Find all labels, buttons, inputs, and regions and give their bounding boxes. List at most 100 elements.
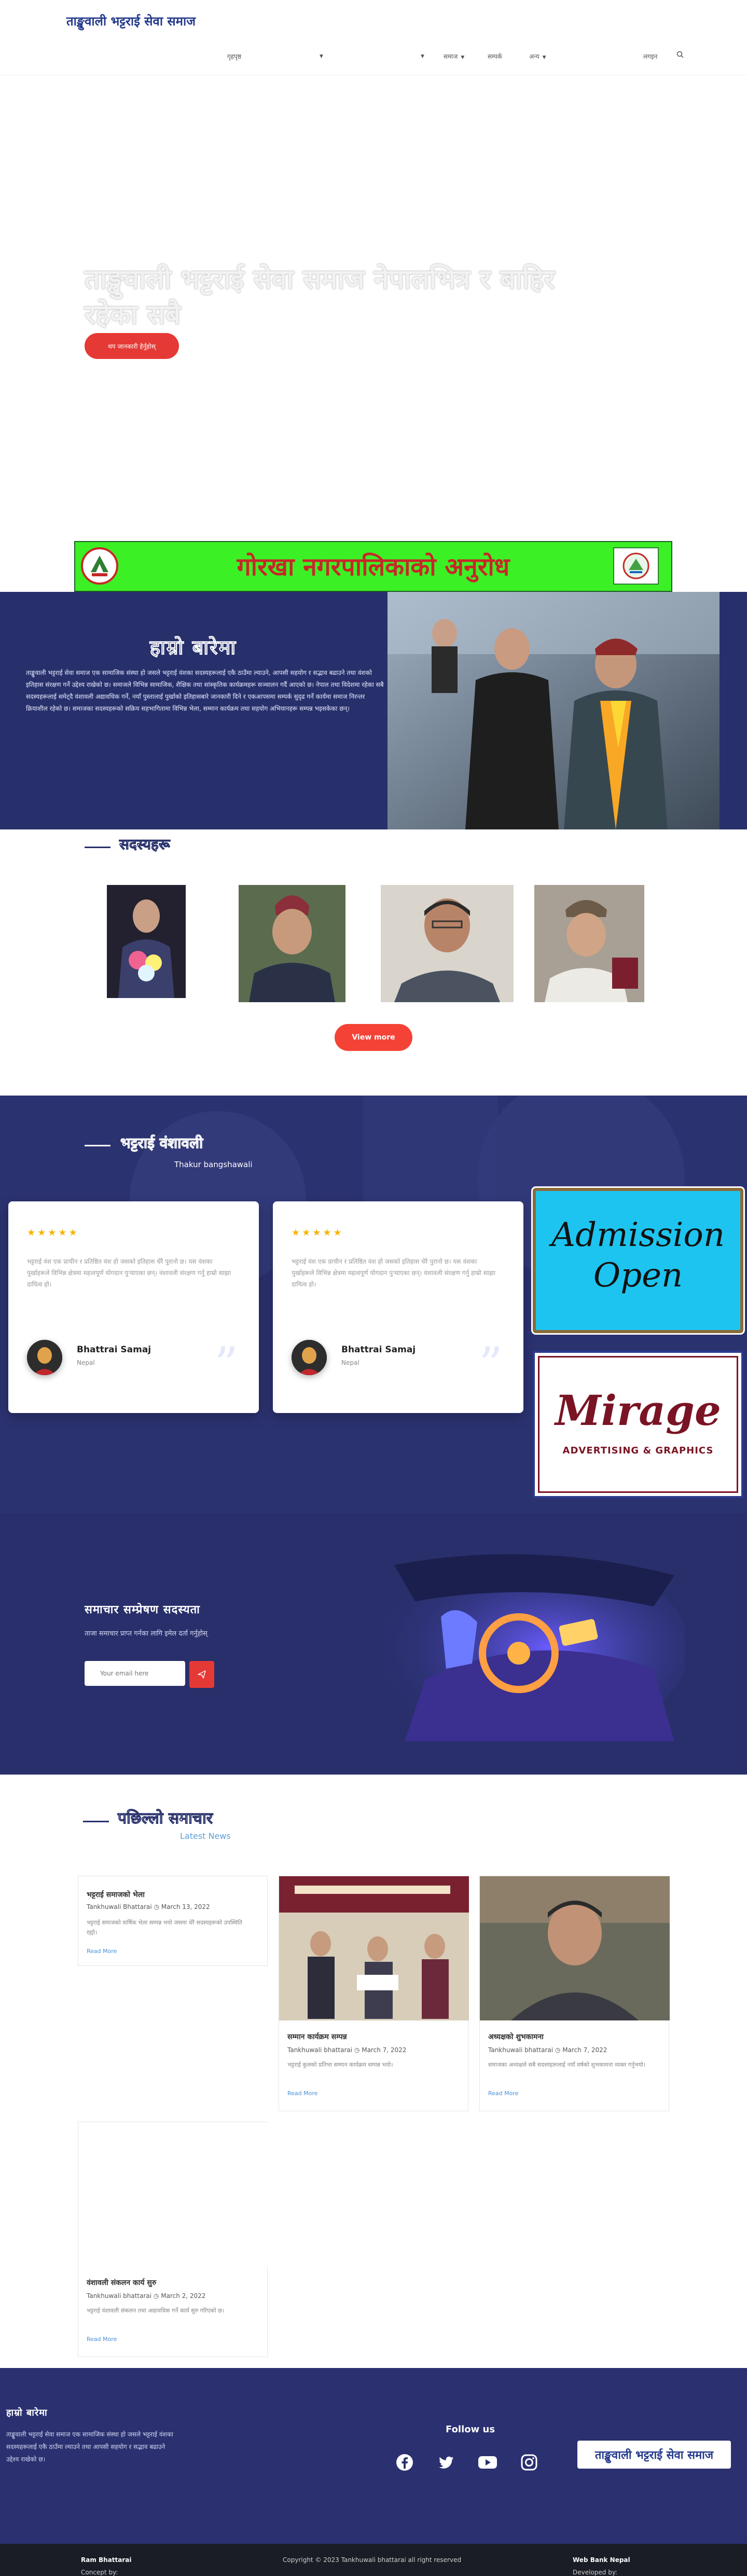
member-photo: [381, 885, 514, 1002]
news-title[interactable]: वंशावली संकलन कार्य सुरु: [87, 2278, 156, 2288]
banner-text: गोरखा नगरपालिकाको अनुरोध: [237, 552, 510, 581]
news-author: Tankhuwali Bhattarai: [87, 1903, 152, 1910]
ad-subtitle: ADVERTISING & GRAPHICS: [562, 1445, 714, 1456]
developer-credit: Developed by: Web Bank Nepal: [573, 2556, 630, 2576]
news-title[interactable]: भट्टराई समाजको भेला: [87, 1890, 145, 1900]
news-meta: Tankhuwali bhattarai ◷ March 7, 2022: [488, 2046, 607, 2054]
concept-label: Concept by:: [81, 2569, 118, 2576]
clock-icon: ◷: [153, 2292, 159, 2300]
nav-item-others[interactable]: अन्य ▼: [529, 52, 546, 61]
nav-item-dropdown-1[interactable]: ▼: [316, 52, 323, 59]
news-card[interactable]: भट्टराई समाजको भेला Tankhuwali Bhattarai…: [78, 1876, 268, 1966]
news-title[interactable]: अध्यक्षको शुभकामना: [488, 2032, 544, 2042]
news-excerpt: भट्टराई वंशावली संकलन तथा अद्यावधिक गर्न…: [87, 2307, 224, 2314]
bottom-bar: Concept by: Ram Bhattarai Copyright © 20…: [0, 2544, 747, 2576]
news-card[interactable]: वंशावली संकलन कार्य सुरु Tankhuwali bhat…: [78, 2122, 268, 2357]
search-icon[interactable]: [676, 51, 684, 60]
news-image[interactable]: [78, 2122, 268, 2266]
nav-item-login[interactable]: लगइन: [643, 52, 657, 61]
quote-icon: ”: [214, 1337, 238, 1392]
about-photo: [388, 592, 720, 829]
hero-cta-button[interactable]: थप जानकारी हेर्नुहोस्: [85, 333, 179, 359]
follow-us-label: Follow us: [446, 2424, 495, 2435]
developer-name[interactable]: Web Bank Nepal: [573, 2556, 630, 2564]
nav-item-contact[interactable]: सम्पर्क: [488, 52, 502, 61]
read-more-link[interactable]: Read More: [87, 1948, 117, 1955]
social-links: [393, 2451, 559, 2474]
newsletter-section: समाचार सम्प्रेषण सदस्यता ताजा समाचार प्र…: [0, 1513, 747, 1775]
site-header: ताङ्खुवाली भट्टराई सेवा समाज गृहपृष्ठ ▼ …: [0, 0, 747, 75]
instagram-icon[interactable]: [518, 2451, 541, 2474]
main-nav: गृहपृष्ठ ▼ ▼ समाज ▼ सम्पर्क अन्य ▼ लगइन: [0, 51, 747, 64]
news-date: March 2, 2022: [161, 2292, 206, 2300]
member-card[interactable]: [534, 885, 644, 1002]
banner-ad[interactable]: गोरखा नगरपालिकाको अनुरोध: [74, 541, 672, 592]
email-field[interactable]: [85, 1661, 185, 1686]
footer-text: ताङ्खुवाली भट्टराई सेवा समाज एक सामाजिक …: [6, 2431, 174, 2463]
testimonials-subheading: Thakur bangshawali: [174, 1160, 253, 1169]
newsletter-title: समाचार सम्प्रेषण सदस्यता: [85, 1603, 200, 1616]
footer-title: हाम्रो बारेमा: [6, 2407, 48, 2418]
news-meta: Tankhuwali bhattarai ◷ March 7, 2022: [287, 2046, 406, 2054]
nav-item-dropdown-2[interactable]: ▼: [418, 52, 424, 59]
news-date: March 7, 2022: [362, 2046, 407, 2054]
member-photo: [107, 885, 186, 998]
nav-item-label: अन्य: [529, 53, 540, 60]
member-card[interactable]: [107, 885, 186, 998]
facebook-icon[interactable]: [393, 2451, 416, 2474]
news-author: Tankhuwali bhattarai: [287, 2046, 353, 2054]
page: ताङ्खुवाली भट्टराई सेवा समाज गृहपृष्ठ ▼ …: [0, 0, 747, 2576]
testimonial-name: Bhattrai Samaj: [77, 1345, 151, 1355]
clock-icon: ◷: [154, 1903, 160, 1910]
read-more-link[interactable]: Read More: [488, 2090, 518, 2097]
nav-item-label: लगइन: [643, 53, 658, 60]
youtube-icon[interactable]: [476, 2451, 499, 2474]
read-more-link[interactable]: Read More: [87, 2336, 117, 2343]
hero-title: ताङ्खुवाली भट्टराई सेवा समाज नेपालभित्र …: [85, 264, 555, 330]
about-title: हाम्रो बारेमा: [149, 636, 237, 659]
member-photo: [239, 885, 345, 1002]
testimonial-location: Nepal: [341, 1359, 359, 1366]
ad-line-1: Admission: [551, 1216, 725, 1254]
testimonial-card: ★★★★★ भट्टराई वंश एक प्राचीन र प्रतिष्ठि…: [273, 1201, 523, 1413]
clock-icon: ◷: [354, 2046, 360, 2054]
quote-icon: ”: [478, 1337, 503, 1392]
news-author: Tankhuwali bhattarai: [488, 2046, 554, 2054]
news-meta: Tankhuwali Bhattarai ◷ March 13, 2022: [87, 1903, 210, 1910]
nav-item-samaj[interactable]: समाज ▼: [444, 52, 464, 61]
site-logo[interactable]: ताङ्खुवाली भट्टराई सेवा समाज: [66, 12, 196, 30]
testimonial-card: ★★★★★ भट्टराई वंश एक प्राचीन र प्रतिष्ठि…: [8, 1201, 259, 1413]
twitter-icon[interactable]: [435, 2451, 458, 2474]
rating-stars: ★★★★★: [27, 1227, 79, 1238]
newsletter-subtitle: ताजा समाचार प्राप्त गर्नका लागि इमेल दर्…: [85, 1630, 208, 1638]
news-image[interactable]: [279, 1876, 469, 2020]
news-date: March 13, 2022: [161, 1903, 210, 1910]
footer-logo[interactable]: ताङ्खुवाली भट्टराई सेवा समाज: [577, 2441, 731, 2469]
subscribe-button[interactable]: [189, 1661, 214, 1688]
admission-open-ad[interactable]: Admission Open: [533, 1188, 743, 1333]
view-more-button[interactable]: View more: [335, 1024, 412, 1051]
section-divider: [85, 1145, 110, 1146]
testimonial-text: भट्टराई वंश एक प्राचीन र प्रतिष्ठित वंश …: [27, 1258, 231, 1288]
ad-line-2: Open: [593, 1256, 683, 1295]
concept-name: Ram Bhattarai: [81, 2556, 132, 2564]
avatar: [27, 1340, 62, 1375]
nav-item-home[interactable]: गृहपृष्ठ: [227, 52, 241, 61]
testimonial-location: Nepal: [77, 1359, 95, 1366]
testimonials-heading: भट्टराई वंशावली: [120, 1134, 203, 1152]
chevron-down-icon: ▼: [542, 55, 546, 60]
car-dashboard-illustration: [379, 1554, 685, 1741]
news-card[interactable]: अध्यक्षको शुभकामना Tankhuwali bhattarai …: [479, 1876, 670, 2111]
member-card[interactable]: [239, 885, 345, 1002]
news-title[interactable]: सम्मान कार्यक्रम सम्पन्न: [287, 2032, 347, 2042]
nav-item-label: समाज: [444, 53, 458, 60]
news-excerpt: भट्टराई समाजको वार्षिक भेला सम्पन्न भयो …: [87, 1919, 242, 1936]
member-card[interactable]: [381, 885, 514, 1002]
mirage-ad[interactable]: Mirage ADVERTISING & GRAPHICS: [533, 1351, 743, 1498]
news-image[interactable]: [480, 1876, 670, 2020]
read-more-link[interactable]: Read More: [287, 2090, 317, 2097]
news-card[interactable]: सम्मान कार्यक्रम सम्पन्न Tankhuwali bhat…: [279, 1876, 469, 2111]
ad-title: Mirage: [555, 1386, 721, 1435]
about-section: हाम्रो बारेमा ताङ्खुवाली भट्टराई सेवा सम…: [0, 592, 747, 829]
rating-stars: ★★★★★: [292, 1227, 344, 1238]
